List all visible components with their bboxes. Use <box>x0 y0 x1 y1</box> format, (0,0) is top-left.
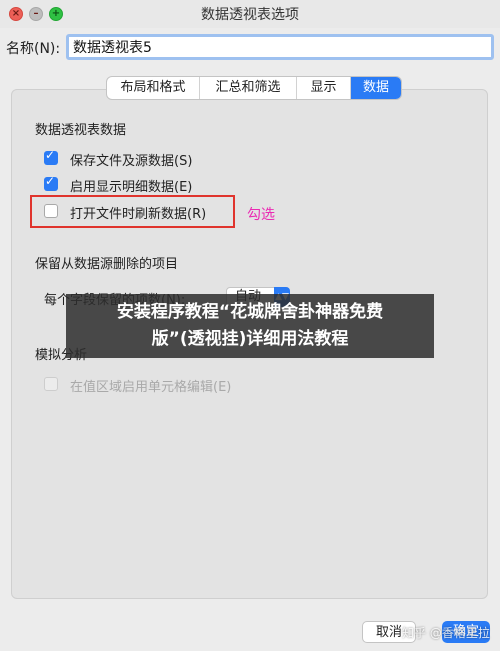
enable-cell-edit-label: 在值区域启用单元格编辑(E) <box>70 380 232 395</box>
tab-totals-filters[interactable]: 汇总和筛选 <box>200 77 297 99</box>
overlay-banner: 安装程序教程“花城牌舍卦神器免费 版”(透视挂)详细用法教程 <box>66 294 434 358</box>
save-source-data-label: 保存文件及源数据(S) <box>70 154 193 169</box>
section-title-pivot-data: 数据透视表数据 <box>35 123 127 138</box>
pivot-name-input[interactable] <box>66 34 494 60</box>
section-title-retain-items: 保留从数据源删除的项目 <box>35 257 179 272</box>
window-title: 数据透视表选项 <box>201 7 299 23</box>
name-label: 名称(N): <box>6 41 61 57</box>
enable-show-details-label: 启用显示明细数据(E) <box>70 180 193 195</box>
annotation-highlight-box <box>30 195 235 228</box>
overlay-banner-line1: 安装程序教程“花城牌舍卦神器免费 <box>116 302 384 322</box>
watermark: 知乎 @香格里拉 <box>402 626 490 640</box>
tab-display[interactable]: 显示 <box>297 77 351 99</box>
title-bar: × – + 数据透视表选项 <box>0 0 500 28</box>
save-source-data-checkbox[interactable] <box>44 148 58 165</box>
overlay-banner-line2: 版”(透视挂)详细用法教程 <box>151 329 349 349</box>
annotation-text: 勾选 <box>247 207 275 223</box>
tab-data[interactable]: 数据 <box>351 77 401 99</box>
tab-bar: 布局和格式 汇总和筛选 显示 数据 <box>106 76 402 100</box>
enable-cell-edit-checkbox[interactable] <box>44 377 58 391</box>
tab-layout-format[interactable]: 布局和格式 <box>107 77 200 99</box>
enable-show-details-checkbox[interactable] <box>44 174 58 191</box>
